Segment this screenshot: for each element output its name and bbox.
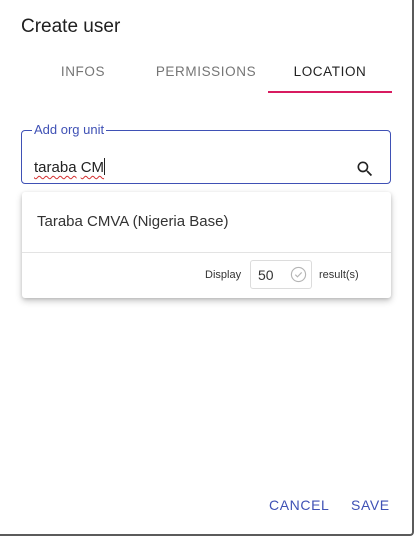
org-unit-input[interactable]: taraba CM [34,157,334,179]
cancel-button[interactable]: CANCEL [269,493,329,517]
tab-infos[interactable]: INFOS [28,52,138,92]
org-unit-label: Add org unit [34,122,105,137]
result-count-value: 50 [258,267,274,283]
result-count-select[interactable]: 50 [250,260,312,289]
tab-bar: INFOS PERMISSIONS LOCATION [0,52,414,94]
active-tab-indicator [268,91,392,93]
display-label: Display [205,269,242,281]
save-button[interactable]: SAVE [351,493,390,517]
tab-location[interactable]: LOCATION [268,52,392,92]
check-circle-icon [290,266,307,283]
org-unit-input-word-2: CM [80,159,105,176]
results-divider [22,252,391,253]
org-unit-input-word-1: taraba [34,159,77,176]
tab-permissions[interactable]: PERMISSIONS [150,52,262,92]
dialog-title: Create user [21,16,121,37]
create-user-dialog: Create user INFOS PERMISSIONS LOCATION A… [0,0,414,536]
org-unit-field: Add org unit taraba CM [21,123,391,184]
results-unit-label: result(s) [319,269,359,281]
result-item[interactable]: Taraba CMVA (Nigeria Base) [22,192,391,252]
search-icon[interactable] [355,159,375,179]
text-caret [104,158,106,175]
org-unit-results-dropdown: Taraba CMVA (Nigeria Base) Display 50 re… [22,192,391,298]
